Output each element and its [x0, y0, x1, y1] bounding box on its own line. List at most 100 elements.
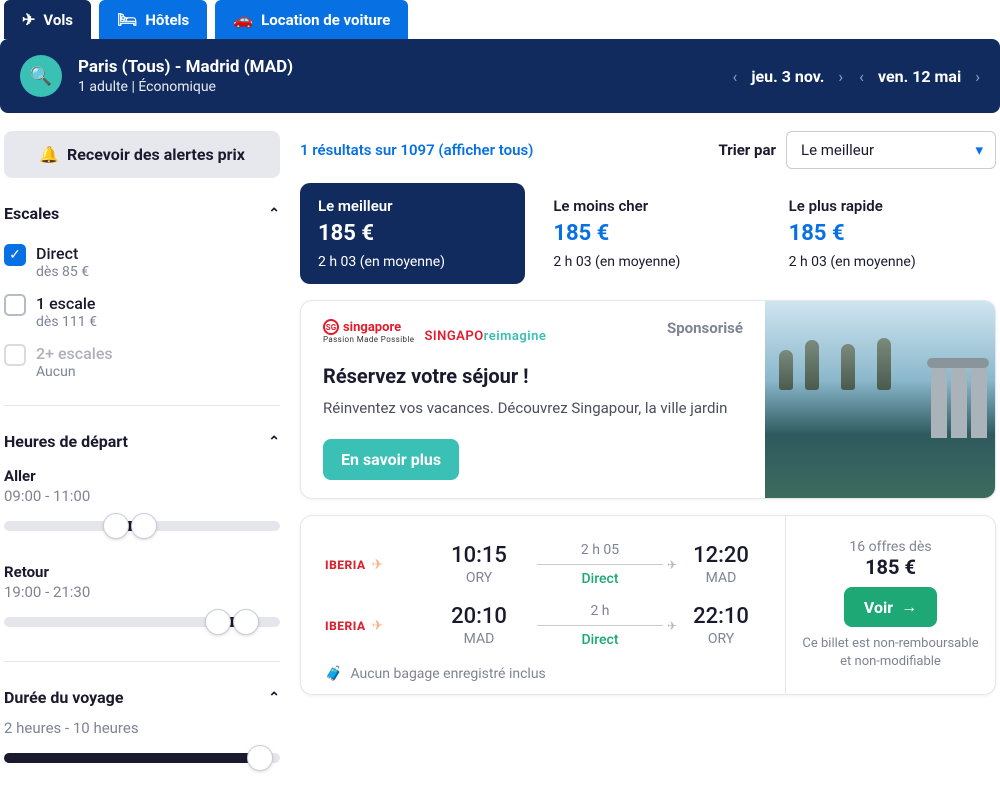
search-summary-bar: 🔍 Paris (Tous) - Madrid (MAD) 1 adulte |… [0, 39, 1000, 113]
stop-label: Direct [36, 244, 89, 263]
return-slider[interactable] [4, 611, 280, 635]
product-tabs: ✈ Vols 🛏 Hôtels 🚗 Location de voiture [0, 0, 1000, 39]
chevron-up-icon: ⌃ [268, 206, 280, 222]
chevron-right-icon[interactable]: › [975, 67, 980, 86]
checkbox[interactable]: ✓ [4, 244, 26, 266]
tab-flights[interactable]: ✈ Vols [4, 0, 91, 39]
tab-car[interactable]: 🚗 Location de voiture [215, 0, 408, 39]
arrow-right-icon: → [901, 597, 917, 617]
depart-date: jeu. 3 nov. [751, 67, 824, 86]
search-pax: 1 adulte | Économique [78, 79, 717, 95]
dep-time: 10:15 [439, 543, 519, 568]
search-route: Paris (Tous) - Madrid (MAD) [78, 57, 717, 77]
depart-date-selector[interactable]: ‹ jeu. 3 nov. › [733, 67, 844, 86]
results-count-link[interactable]: 1 résultats sur 1097 (afficher tous) [300, 141, 533, 159]
compare-duration: 2 h 03 (en moyenne) [789, 254, 978, 270]
stop-price: Aucun [36, 364, 113, 380]
times-title: Heures de départ [4, 432, 128, 451]
view-deal-button[interactable]: Voir → [844, 587, 937, 627]
tab-car-label: Location de voiture [261, 11, 390, 29]
plane-icon: ✈ [667, 558, 677, 572]
stops-section-toggle[interactable]: Escales ⌃ [4, 204, 280, 223]
slider-thumb-max[interactable] [247, 745, 273, 771]
sponsor-cta-button[interactable]: En savoir plus [323, 439, 459, 480]
compare-title: Le moins cher [553, 197, 742, 215]
duration-slider[interactable] [4, 747, 280, 771]
slider-thumb-min[interactable] [205, 609, 231, 635]
duration-title: Durée du voyage [4, 688, 123, 707]
leg-duration: 2 h [537, 603, 663, 619]
sort-label: Trier par [718, 141, 776, 159]
return-date: ven. 12 mai [878, 67, 961, 86]
outbound-leg: IBERIA ✈ 10:15 ORY 2 h 05 ✈ Direct [325, 534, 761, 595]
search-button[interactable]: 🔍 [20, 55, 62, 97]
car-icon: 🚗 [233, 10, 253, 29]
sponsored-tag: Sponsorisé [667, 319, 743, 337]
brand-name: singapore [343, 320, 401, 335]
stop-price: dès 111 € [36, 314, 97, 330]
plane-icon: ✈ [667, 619, 677, 633]
chevron-left-icon[interactable]: ‹ [733, 67, 738, 86]
duration-section-toggle[interactable]: Durée du voyage ⌃ [4, 688, 280, 707]
chevron-right-icon[interactable]: › [838, 67, 843, 86]
chevron-up-icon: ⌃ [268, 434, 280, 450]
search-icon: 🔍 [30, 66, 52, 87]
airline-logo: IBERIA ✈ [325, 618, 421, 634]
stop-label: 2+ escales [36, 344, 113, 363]
dep-time: 20:10 [439, 604, 519, 629]
sort-select[interactable]: Le meilleur [786, 131, 996, 169]
price-alert-button[interactable]: 🔔 Recevoir des alertes prix [4, 131, 280, 178]
bed-icon: 🛏 [117, 10, 137, 29]
filter-stop-two-plus: 2+ escales Aucun [4, 337, 280, 387]
result-price: 185 € [802, 555, 979, 579]
slider-thumb-max[interactable] [233, 609, 259, 635]
compare-price: 185 € [553, 221, 742, 246]
sponsored-card[interactable]: SG singapore Passion Made Possible SINGA… [300, 300, 996, 499]
leg-duration: 2 h 05 [537, 542, 663, 558]
compare-title: Le plus rapide [789, 197, 978, 215]
plane-icon: ✈ [22, 10, 35, 29]
compare-price: 185 € [318, 221, 507, 246]
compare-cards: Le meilleur 185 € 2 h 03 (en moyenne) Le… [300, 183, 996, 284]
brand-reimagine: SINGAPOreimagine [424, 329, 546, 344]
ticket-disclaimer: Ce billet est non-remboursable et non-mo… [802, 635, 979, 670]
sponsor-title: Réservez votre séjour ! [323, 364, 743, 388]
return-date-selector[interactable]: ‹ ven. 12 mai › [859, 67, 980, 86]
outbound-label: Aller [4, 467, 280, 485]
singapore-logo: SG singapore [323, 319, 414, 335]
arr-time: 12:20 [681, 543, 761, 568]
flight-result-card: IBERIA ✈ 10:15 ORY 2 h 05 ✈ Direct [300, 515, 996, 695]
compare-fastest[interactable]: Le plus rapide 185 € 2 h 03 (en moyenne) [771, 183, 996, 284]
slider-thumb-min[interactable] [103, 513, 129, 539]
tab-hotels-label: Hôtels [145, 11, 189, 29]
plane-tail-icon: ✈ [372, 618, 384, 634]
view-deal-label: Voir [864, 598, 893, 617]
times-section-toggle[interactable]: Heures de départ ⌃ [4, 432, 280, 451]
plane-tail-icon: ✈ [372, 557, 384, 573]
airline-logo: IBERIA ✈ [325, 557, 421, 573]
checkbox[interactable] [4, 294, 26, 316]
filter-sidebar: 🔔 Recevoir des alertes prix Escales ⌃ ✓ … [4, 131, 280, 771]
leg-direct: Direct [537, 571, 663, 587]
leg-direct: Direct [537, 632, 663, 648]
filter-stop-direct[interactable]: ✓ Direct dès 85 € [4, 237, 280, 287]
arr-time: 22:10 [681, 604, 761, 629]
return-label: Retour [4, 563, 280, 581]
outbound-slider[interactable] [4, 515, 280, 539]
tab-hotels[interactable]: 🛏 Hôtels [99, 0, 207, 39]
compare-title: Le meilleur [318, 197, 507, 215]
return-range: 19:00 - 21:30 [4, 583, 280, 601]
filter-stop-one[interactable]: 1 escale dès 111 € [4, 287, 280, 337]
compare-best[interactable]: Le meilleur 185 € 2 h 03 (en moyenne) [300, 183, 525, 284]
arr-airport: MAD [681, 570, 761, 586]
luggage-icon: 🧳 [325, 666, 342, 682]
compare-cheapest[interactable]: Le moins cher 185 € 2 h 03 (en moyenne) [535, 183, 760, 284]
slider-thumb-max[interactable] [131, 513, 157, 539]
return-leg: IBERIA ✈ 20:10 MAD 2 h ✈ Direct [325, 595, 761, 656]
chevron-left-icon[interactable]: ‹ [859, 67, 864, 86]
sponsor-image [765, 301, 995, 498]
sort-value: Le meilleur [801, 141, 874, 159]
sponsor-body: Réinventez vos vacances. Découvrez Singa… [323, 398, 743, 419]
price-alert-label: Recevoir des alertes prix [67, 145, 245, 164]
results-content: 1 résultats sur 1097 (afficher tous) Tri… [300, 131, 996, 771]
